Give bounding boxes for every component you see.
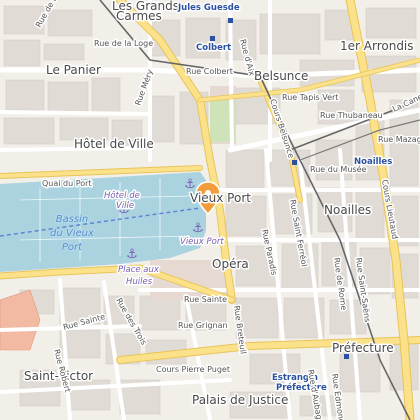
metro-icon (210, 36, 215, 41)
metro-icon (228, 18, 233, 23)
poi-place-aux-huiles-2: Huiles (126, 277, 153, 287)
water-label-3: Port (62, 242, 83, 253)
street-quai-du-port: Quai du Port (42, 179, 92, 188)
district-belsunce: Belsunce (254, 69, 308, 83)
district-prefecture: Préfecture (332, 341, 394, 355)
water-label-1: Bassin (56, 214, 89, 225)
map-canvas[interactable]: ⚓ ⚓ ⚓ ⚓ Bassin du Vieux Port Les Grands … (0, 0, 420, 420)
anchor-icon: ⚓ (126, 247, 138, 262)
street-rue-du-musee: Rue du Musée (310, 164, 366, 174)
street-rue-colbert: Rue Colbert (186, 67, 233, 76)
street-rue-sainte: Rue Sainte (184, 295, 227, 304)
poi-hotel-de-ville: Hôtel de (104, 190, 140, 201)
poi-hotel-de-ville-2: Ville (116, 201, 134, 211)
street-rue-tapis-vert: Rue Tapis Vert (282, 93, 338, 102)
street-rue-grignan: Rue Grignan (178, 321, 228, 330)
poi-vieux-port: Vieux Port (180, 237, 224, 247)
street-rue-thubaneau: Rue Thubaneau (320, 111, 383, 120)
district-opera: Opéra (212, 257, 249, 271)
metro-icon (292, 160, 297, 165)
district-palais-de-justice: Palais de Justice (192, 393, 288, 407)
district-hotel-de-ville: Hôtel de Ville (74, 137, 154, 151)
district-le-panier: Le Panier (46, 63, 101, 77)
map-svg[interactable]: ⚓ ⚓ ⚓ ⚓ Bassin du Vieux Port Les Grands … (0, 0, 420, 420)
district-vieux-port: Vieux Port (190, 191, 251, 205)
water-label-2: du Vieux (50, 228, 94, 239)
poi-place-aux-huiles: Place aux (118, 265, 160, 275)
anchor-icon: ⚓ (184, 177, 196, 192)
anchor-icon: ⚓ (192, 221, 204, 236)
district-1er-arrondissement: 1er Arrondis (340, 39, 414, 53)
district-les-grands-carmes-2: Carmes (116, 9, 162, 23)
metro-colbert: Colbert (196, 43, 231, 53)
street-rue-mazagran: Rue Mazagran (378, 135, 420, 144)
district-noailles: Noailles (324, 203, 371, 217)
street-cours-pierre-puget: Cours Pierre Puget (156, 365, 230, 374)
metro-jules-guesde: Jules Guesde (177, 3, 240, 13)
street-rue-de-la-loge: Rue de la Loge (94, 39, 153, 48)
